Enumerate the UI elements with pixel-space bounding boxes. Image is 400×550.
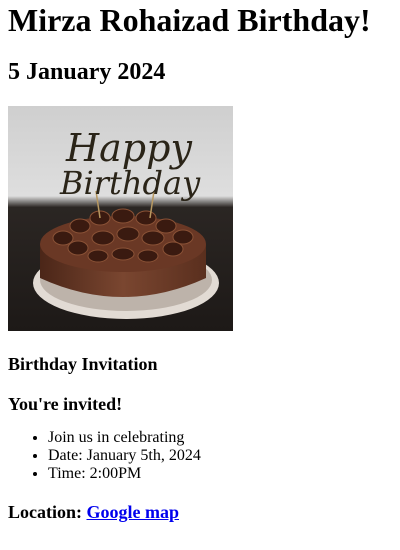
list-item: Time: 2:00PM [48,465,392,483]
invitation-subheading: You're invited! [8,394,123,414]
list-item: Date: January 5th, 2024 [48,447,392,465]
page-title: Mirza Rohaizad Birthday! [8,2,371,38]
invitation-page: Mirza Rohaizad Birthday! 5 January 2024 [0,0,400,550]
list-item: Join us in celebrating [48,429,392,447]
location-line: Location: Google map [8,501,392,523]
location-label: Location: [8,502,82,522]
invitation-heading: Birthday Invitation [8,354,158,374]
details-list: Join us in celebrating Date: January 5th… [8,429,392,483]
birthday-cake-image: Happy Birthday [8,106,233,331]
svg-text:Birthday: Birthday [59,164,201,202]
event-date: 5 January 2024 [8,59,166,85]
google-map-link[interactable]: Google map [87,502,180,522]
